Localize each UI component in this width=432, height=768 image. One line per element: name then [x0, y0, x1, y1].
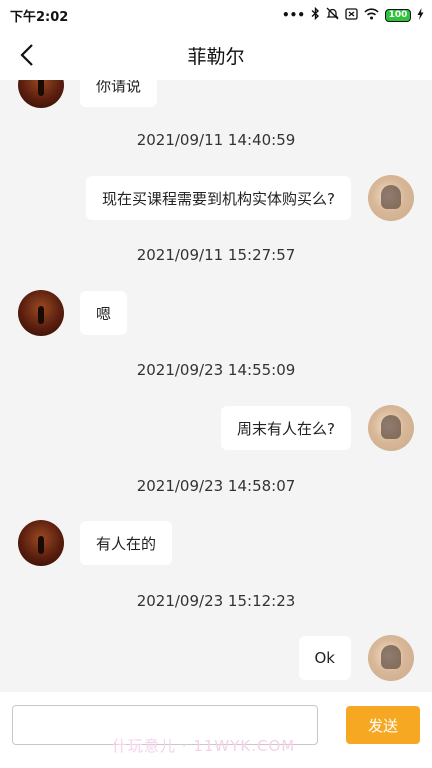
back-button[interactable]: [12, 38, 42, 72]
avatar[interactable]: [18, 520, 64, 566]
sim-off-icon: [345, 7, 358, 23]
message-timestamp: 2021/09/23 14:55:09: [136, 361, 296, 379]
avatar[interactable]: [368, 635, 414, 681]
send-button[interactable]: 发送: [346, 706, 420, 744]
chevron-left-icon: [20, 44, 33, 66]
message-timestamp: 2021/09/11 15:27:57: [136, 246, 296, 264]
bluetooth-icon: [311, 6, 320, 23]
message-left: 你请说: [18, 80, 158, 108]
status-time: 下午2:02: [10, 9, 69, 25]
avatar[interactable]: [368, 405, 414, 451]
message-list[interactable]: 你请说 2021/09/11 14:40:59 现在买课程需要到机构实体购买么?…: [0, 80, 432, 692]
avatar[interactable]: [368, 175, 414, 221]
message-bubble[interactable]: 现在买课程需要到机构实体购买么?: [86, 176, 351, 220]
wifi-icon: [364, 7, 379, 23]
mute-icon: [326, 7, 339, 23]
dots-icon: •••: [281, 8, 305, 22]
watermark: 什玩意儿 · 11WYK.COM: [112, 737, 296, 755]
message-bubble[interactable]: 周末有人在么?: [221, 406, 351, 450]
status-bar: 下午2:02 ••• 100: [0, 0, 432, 30]
message-right: 现在买课程需要到机构实体购买么?: [86, 175, 414, 221]
message-bubble[interactable]: 嗯: [80, 291, 128, 335]
message-bubble[interactable]: Ok: [298, 636, 351, 680]
avatar[interactable]: [18, 290, 64, 336]
message-timestamp: 2021/09/11 14:40:59: [136, 131, 296, 149]
status-icons: ••• 100: [281, 6, 424, 23]
battery-icon: 100: [385, 8, 411, 22]
page-title: 菲勒尔: [187, 45, 245, 68]
message-right: Ok: [298, 635, 414, 681]
message-left: 嗯: [18, 290, 128, 336]
message-timestamp: 2021/09/23 14:58:07: [136, 477, 296, 495]
charging-icon: [417, 7, 424, 23]
avatar[interactable]: [18, 80, 64, 108]
message-timestamp: 2021/09/23 15:12:23: [136, 592, 296, 610]
message-bubble[interactable]: 有人在的: [80, 521, 173, 565]
message-left: 有人在的: [18, 520, 173, 566]
message-right: 周末有人在么?: [221, 405, 414, 451]
chat-header: 菲勒尔: [0, 30, 432, 80]
message-bubble[interactable]: 你请说: [80, 80, 158, 107]
